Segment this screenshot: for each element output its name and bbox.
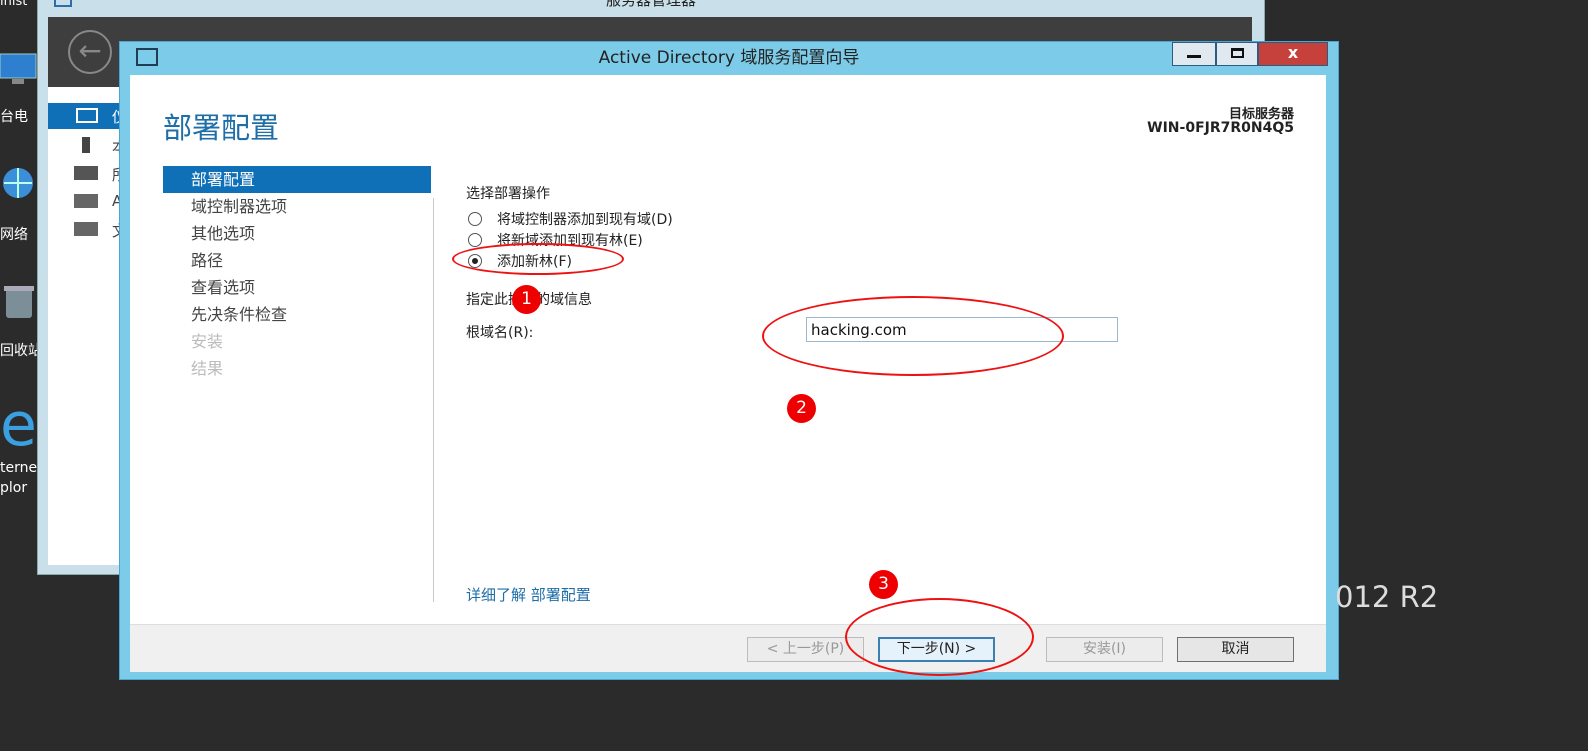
desktop-computer-label: 台电 — [0, 109, 28, 125]
file-services-icon — [74, 222, 98, 236]
minimize-icon — [1187, 55, 1201, 58]
nav-results: 结果 — [191, 359, 224, 378]
server-manager-title: 服务器管理器 — [605, 0, 696, 9]
maximize-icon — [1231, 48, 1244, 58]
nav-paths[interactable]: 路径 — [163, 247, 431, 274]
network-icon — [3, 168, 33, 198]
nav-installation: 安装 — [191, 332, 224, 351]
close-button[interactable]: x — [1258, 42, 1328, 66]
radio-button[interactable] — [468, 233, 482, 247]
annotation-marker-1: 1 — [512, 285, 541, 314]
nav-divider — [433, 198, 434, 602]
minimize-button[interactable] — [1172, 42, 1216, 66]
ad-ds-icon — [74, 194, 98, 208]
annotation-ellipse-new-forest — [452, 243, 624, 275]
nav-deployment-config[interactable]: 部署配置 — [163, 166, 431, 193]
annotation-marker-2: 2 — [787, 394, 816, 423]
root-domain-label: 根域名(R): — [466, 325, 534, 341]
servers-icon — [74, 166, 98, 180]
desktop-network-icon[interactable] — [0, 165, 38, 205]
desktop-recycle-bin-icon[interactable] — [0, 284, 38, 324]
close-icon: x — [1287, 43, 1299, 62]
desktop-recycle-bin-label: 回收站 — [0, 343, 42, 359]
windows-edition-text: 012 R2 — [1335, 580, 1439, 614]
server-icon — [82, 137, 90, 153]
annotation-ellipse-next-button — [845, 598, 1034, 676]
radio-button[interactable] — [468, 212, 482, 226]
back-arrow-icon[interactable]: ← — [68, 30, 112, 74]
nav-additional-options[interactable]: 其他选项 — [163, 220, 431, 247]
ad-ds-config-wizard: Active Directory 域服务配置向导 x 部署配置 目标服务器 WI… — [119, 41, 1339, 680]
desktop-partial-label: inist — [0, 0, 28, 9]
dashboard-icon — [76, 108, 98, 123]
nav-dc-options[interactable]: 域控制器选项 — [163, 193, 431, 220]
desktop-ie-icon[interactable]: e — [0, 390, 37, 460]
learn-more-link[interactable]: 详细了解 部署配置 — [466, 584, 591, 605]
page-title: 部署配置 — [163, 111, 280, 145]
install-button[interactable]: 安装(I) — [1046, 637, 1163, 662]
wizard-content: 部署配置 目标服务器 WIN-0FJR7R0N4Q5 部署配置 域控制器选项 其… — [130, 75, 1326, 672]
desktop-ie-label: terne plor — [0, 460, 38, 496]
maximize-button[interactable] — [1216, 42, 1258, 66]
desktop-network-label: 网络 — [0, 227, 28, 243]
annotation-marker-3: 3 — [869, 570, 898, 599]
option-label: 将域控制器添加到现有域(D) — [497, 212, 673, 228]
operation-heading: 选择部署操作 — [466, 186, 550, 202]
wizard-title: Active Directory 域服务配置向导 — [598, 48, 860, 68]
desktop-computer-icon[interactable] — [0, 52, 38, 92]
computer-icon — [0, 53, 37, 84]
internet-explorer-icon: e — [0, 390, 37, 460]
server-manager-app-icon — [54, 0, 72, 7]
wizard-footer: < 上一步(P) 下一步(N) > 安装(I) 取消 — [130, 624, 1326, 672]
nav-review-options[interactable]: 查看选项 — [163, 274, 431, 301]
nav-prerequisites-check[interactable]: 先决条件检查 — [163, 301, 431, 328]
annotation-ellipse-domain-input — [762, 296, 1064, 376]
recycle-bin-icon — [4, 286, 34, 318]
cancel-button[interactable]: 取消 — [1177, 637, 1294, 662]
target-server-name: WIN-0FJR7R0N4Q5 — [1147, 120, 1294, 136]
